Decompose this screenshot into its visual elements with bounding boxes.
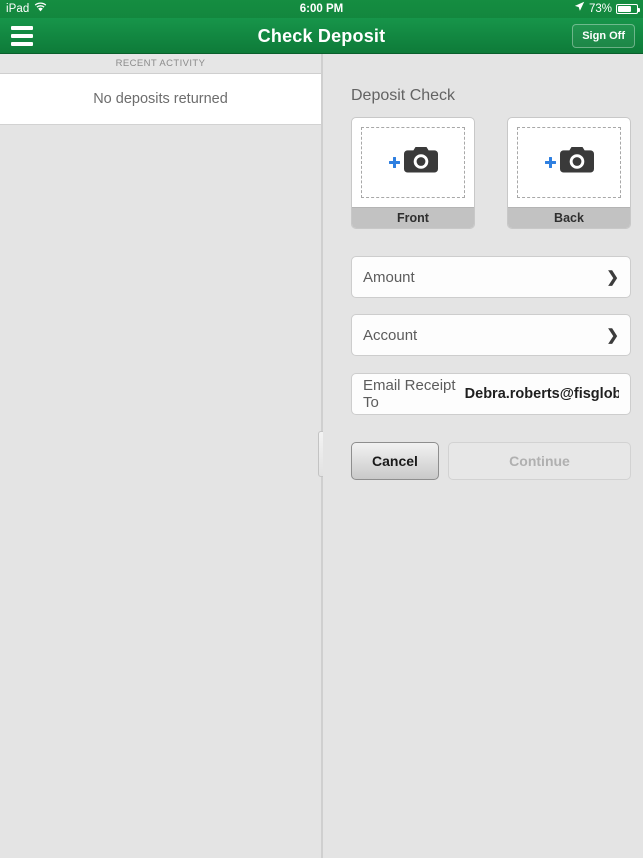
capture-area-front[interactable]: [352, 118, 474, 207]
sign-off-button[interactable]: Sign Off: [572, 24, 635, 48]
battery-percent-label: 73%: [588, 3, 612, 15]
location-arrow-icon: [574, 0, 585, 18]
chevron-right-icon: ❯: [606, 268, 619, 286]
continue-button: Continue: [448, 442, 631, 480]
capture-label-back: Back: [508, 207, 630, 228]
deposit-check-title: Deposit Check: [351, 87, 456, 104]
camera-icon: [559, 147, 594, 178]
capture-area-back[interactable]: [508, 118, 630, 207]
app-screen: iPad 6:00 PM 73% Check Deposit Sign Off …: [0, 0, 643, 858]
status-bar-right: 73%: [574, 0, 640, 18]
camera-icon: [403, 147, 438, 178]
battery-icon: [616, 4, 640, 14]
content-area: RECENT ACTIVITY No deposits returned Dep…: [0, 54, 643, 858]
status-bar-time: 6:00 PM: [299, 3, 344, 15]
recent-activity-pane: RECENT ACTIVITY No deposits returned: [0, 54, 321, 858]
navigation-bar: Check Deposit Sign Off: [0, 18, 643, 54]
cancel-button[interactable]: Cancel: [351, 442, 439, 480]
capture-tile-back[interactable]: Back: [507, 117, 631, 229]
email-receipt-row[interactable]: Email Receipt To Debra.roberts@fisgloba…: [351, 373, 631, 415]
amount-field-label: Amount: [363, 268, 415, 286]
action-button-row: Cancel Continue: [351, 442, 631, 480]
capture-tile-front[interactable]: Front: [351, 117, 475, 229]
capture-label-front: Front: [352, 207, 474, 228]
chevron-right-icon: ❯: [606, 326, 619, 344]
amount-field-row[interactable]: Amount ❯: [351, 256, 631, 298]
account-field-row[interactable]: Account ❯: [351, 314, 631, 356]
page-title: Check Deposit: [257, 26, 386, 46]
no-deposits-message: No deposits returned: [0, 74, 321, 125]
check-capture-row: Front Back: [351, 117, 631, 229]
plus-icon: [388, 157, 400, 168]
email-receipt-value: Debra.roberts@fisgloba…: [464, 386, 619, 402]
deposit-check-pane: Deposit Check Front Back Amount ❯ Accoun…: [323, 54, 643, 858]
account-field-label: Account: [363, 326, 418, 344]
plus-icon: [544, 157, 556, 168]
status-bar: iPad 6:00 PM 73%: [0, 0, 643, 18]
email-receipt-label: Email Receipt To: [363, 377, 456, 411]
capture-dashed-frame-front: [361, 127, 465, 198]
recent-activity-header: RECENT ACTIVITY: [0, 54, 321, 74]
capture-dashed-frame-back: [517, 127, 621, 198]
